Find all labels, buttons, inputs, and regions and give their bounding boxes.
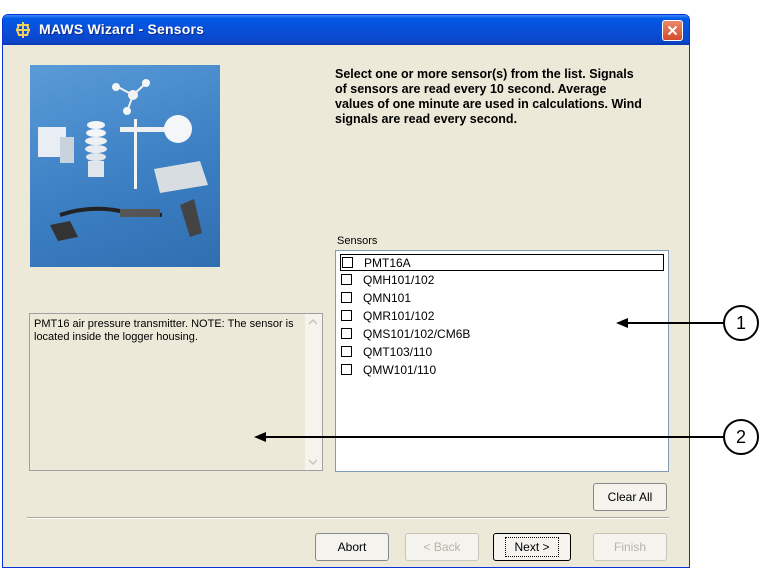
callout-2: 2	[723, 419, 759, 455]
callout-pointers	[254, 318, 724, 442]
callout-1: 1	[723, 305, 759, 341]
